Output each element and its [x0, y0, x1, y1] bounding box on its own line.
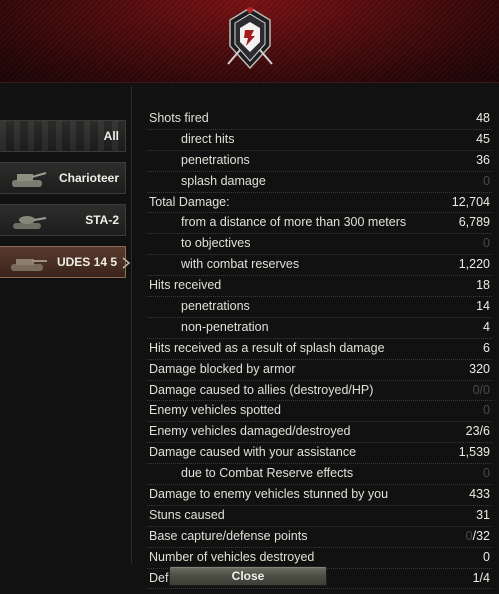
stat-row: direct hits 45 — [147, 130, 492, 151]
vehicle-tabs: All Charioteer STA-2 UDES 14 5 — [0, 120, 132, 288]
stat-value: 0/0 — [472, 382, 490, 397]
stat-row: Hits received 18 — [147, 276, 492, 298]
tab-charioteer[interactable]: Charioteer — [0, 162, 126, 194]
stat-row: from a distance of more than 300 meters 6… — [147, 213, 492, 235]
stat-row: with combat reserves 1,220 — [147, 255, 492, 277]
stat-row: Damage caused with your assistance 1,539 — [147, 443, 492, 465]
stat-value: 31 — [476, 507, 490, 522]
stat-row: Total Damage: 12,704 — [147, 193, 492, 214]
stat-label: Hits received — [149, 278, 222, 293]
stat-row: Enemy vehicles spotted 0 — [147, 401, 492, 423]
stat-label: Damage caused to allies (destroyed/HP) — [149, 382, 374, 397]
stat-value: 0 — [483, 236, 490, 251]
stat-value: 1/4 — [472, 570, 490, 585]
stat-row: Damage to enemy vehicles stunned by you 4… — [147, 485, 492, 506]
stat-row: penetrations 36 — [147, 151, 492, 172]
stat-row: Hits received as a result of splash dama… — [147, 339, 492, 360]
stat-label: Hits received as a result of splash dama… — [149, 340, 385, 355]
stat-row: splash damage 0 — [147, 172, 492, 193]
stat-label: Damage caused with your assistance — [149, 445, 357, 460]
stat-row: to objectives 0 — [147, 234, 492, 256]
battle-stats-list: Shots fired 48 direct hits 45 penetrations 36… — [147, 109, 492, 590]
divider — [131, 86, 132, 564]
stat-label: non-penetration — [181, 319, 269, 334]
stat-value: 14 — [476, 299, 490, 314]
stat-value: 23/6 — [465, 424, 490, 439]
stat-value: 433 — [469, 487, 490, 502]
stat-label: Damage blocked by armor — [149, 361, 296, 376]
stat-value: 320 — [469, 361, 490, 376]
stat-label: direct hits — [181, 131, 235, 146]
stat-value: 18 — [476, 278, 490, 293]
tab-label: UDES 14 5 — [56, 255, 117, 269]
stat-row: Enemy vehicles damaged/destroyed 23/6 — [147, 422, 492, 444]
tab-label: Charioteer — [58, 171, 119, 185]
stat-row: Stuns caused 31 — [147, 506, 492, 527]
stat-row: Damage caused to allies (destroyed/HP) 0/… — [147, 381, 492, 402]
tab-label: STA-2 — [85, 213, 119, 227]
tank-icon — [11, 259, 47, 271]
stat-label: Total Damage: — [149, 194, 230, 209]
stat-label: Enemy vehicles damaged/destroyed — [149, 424, 351, 439]
stat-label: Base capture/defense points — [149, 528, 308, 543]
stat-value: 0 — [483, 173, 490, 188]
stat-value: 1,539 — [458, 445, 490, 460]
stat-value: 6 — [483, 340, 490, 355]
stat-label: with combat reserves — [181, 257, 300, 272]
stat-label: penetrations — [181, 152, 250, 167]
stat-label: due to Combat Reserve effects — [181, 466, 354, 481]
stat-value: 4 — [483, 319, 490, 334]
stat-value: 45 — [476, 131, 490, 146]
tank-icon — [13, 216, 47, 229]
stat-row: due to Combat Reserve effects 0 — [147, 464, 492, 486]
stat-label: from a distance of more than 300 meters — [181, 215, 407, 230]
tank-icon — [12, 172, 47, 187]
stat-row: Damage blocked by armor 320 — [147, 360, 492, 381]
stat-value: 12,704 — [451, 194, 490, 209]
stat-row: non-penetration 4 — [147, 318, 492, 339]
stat-value: 1,220 — [458, 257, 490, 272]
stat-row: penetrations 14 — [147, 297, 492, 318]
stat-row: Shots fired 48 — [147, 109, 492, 130]
stat-label: to objectives — [181, 236, 251, 251]
tab-udes-14-5[interactable]: UDES 14 5 — [0, 246, 131, 278]
stat-value: 0 — [483, 403, 490, 418]
tab-sta-2[interactable]: STA-2 — [0, 204, 126, 236]
stat-label: Stuns caused — [149, 507, 225, 522]
stat-label: Damage to enemy vehicles stunned by you — [149, 487, 389, 502]
close-button[interactable]: Close — [169, 566, 327, 586]
stat-value: 0/32 — [465, 528, 490, 543]
tab-all[interactable]: All — [0, 120, 126, 152]
stat-label: Shots fired — [149, 111, 209, 125]
header-banner — [0, 0, 499, 83]
stat-row: Base capture/defense points 0/32 — [147, 527, 492, 548]
stat-value: 6,789 — [458, 215, 490, 230]
stat-label: Number of vehicles destroyed — [149, 549, 315, 564]
stat-value: 0 — [483, 549, 490, 564]
chevron-right-icon — [122, 257, 131, 269]
tab-label: All — [103, 129, 119, 143]
stat-label: splash damage — [181, 173, 266, 188]
stat-label: penetrations — [181, 299, 250, 314]
stat-value: 36 — [476, 152, 490, 167]
stat-label: Enemy vehicles spotted — [149, 403, 282, 418]
stat-value: 0 — [483, 466, 490, 481]
rank-emblem-icon — [227, 7, 273, 70]
stat-value: 48 — [476, 111, 490, 125]
